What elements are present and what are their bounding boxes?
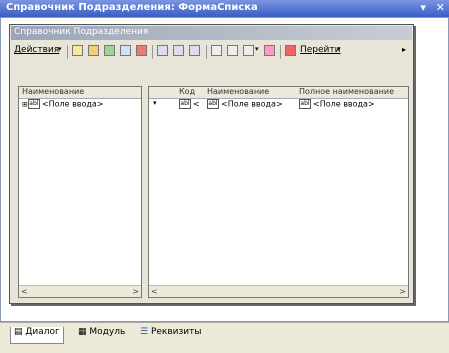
col-code: Код (179, 87, 196, 96)
copy-icon[interactable] (104, 45, 115, 56)
tree-row[interactable]: ⊞abl <Поле ввода> (22, 99, 104, 111)
attributes-icon: ☰ (140, 327, 149, 337)
list-table-panel[interactable]: Код Наименование Полное наименование ▾ a… (148, 86, 409, 298)
tab-attributes[interactable]: ☰ Реквизиты (140, 327, 202, 343)
actions-menu[interactable]: Действия (14, 45, 59, 58)
tree-header[interactable]: Наименование (19, 87, 141, 99)
form-preview[interactable]: Справочник Подразделения Действия ▾ ▾ Пе… (9, 24, 414, 304)
window-titlebar: Справочник Подразделения: ФормаСписка ▾ … (0, 0, 449, 17)
table-row[interactable]: ▾ abl < abl <Поле ввода> abl <Поле ввода> (149, 99, 408, 111)
tab-module[interactable]: ▦ Модуль (78, 327, 125, 343)
col-fullname: Полное наименование (299, 87, 394, 96)
filter-icon[interactable] (211, 45, 222, 56)
edit-icon[interactable] (120, 45, 131, 56)
form-title: Справочник Подразделения (14, 27, 149, 37)
dialog-icon: ▤ (14, 327, 23, 337)
goto-icon[interactable] (285, 45, 296, 56)
pin-button[interactable]: ▾ (420, 1, 426, 14)
module-icon: ▦ (78, 327, 87, 337)
goto-dropdown-icon[interactable]: ▾ (337, 45, 341, 58)
sort-icon[interactable] (243, 45, 254, 56)
close-button[interactable]: ✕ (436, 1, 445, 14)
tree-hscrollbar[interactable]: < > (19, 285, 141, 297)
actions-dropdown-icon[interactable]: ▾ (58, 45, 62, 58)
filter-value-icon[interactable] (227, 45, 238, 56)
form-designer-area: Справочник Подразделения Действия ▾ ▾ Пе… (0, 17, 449, 322)
hierarchy-icon[interactable] (157, 45, 168, 56)
clear-filter-icon[interactable] (264, 45, 275, 56)
delete-icon[interactable] (136, 45, 147, 56)
tab-dialog[interactable]: ▤ Диалог (10, 327, 64, 344)
up-level-icon[interactable] (189, 45, 200, 56)
add-icon[interactable] (72, 45, 83, 56)
col-name: Наименование (207, 87, 270, 96)
sort-dropdown-icon[interactable]: ▾ (255, 45, 259, 58)
input-field-icon: abl (27, 99, 40, 109)
move-to-group-icon[interactable] (173, 45, 184, 56)
add-folder-icon[interactable] (88, 45, 99, 56)
designer-tabs: ▤ Диалог ▦ Модуль ☰ Реквизиты (0, 322, 449, 353)
table-hscrollbar[interactable]: < > (149, 285, 408, 297)
goto-menu[interactable]: Перейти (300, 45, 341, 58)
command-bar: Действия ▾ ▾ Перейти ▾ ▸ (12, 43, 412, 61)
table-header[interactable]: Код Наименование Полное наименование (149, 87, 408, 99)
form-title-bar: Справочник Подразделения (11, 26, 412, 40)
window-title: Справочник Подразделения: ФормаСписка (6, 2, 258, 13)
toolbar-more-icon[interactable]: ▸ (402, 45, 406, 58)
groups-tree-panel[interactable]: Наименование ⊞abl <Поле ввода> < > (18, 86, 142, 298)
